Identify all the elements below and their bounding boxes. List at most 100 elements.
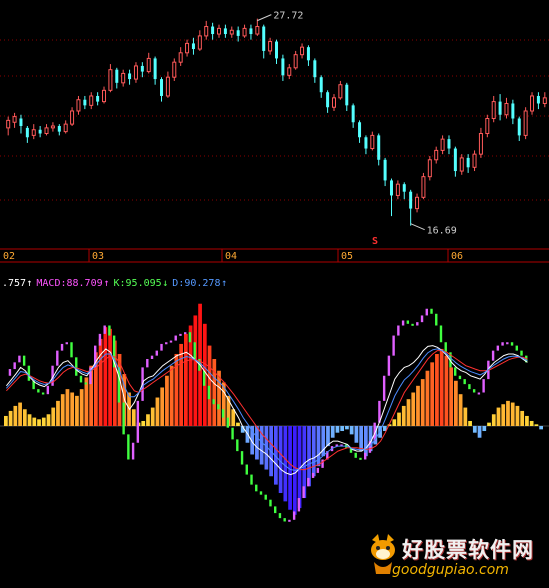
candle-body (498, 101, 502, 115)
macd-bar (345, 426, 349, 430)
j-segment (65, 342, 68, 345)
x-tick-label: 06 (451, 251, 463, 262)
candle-body (128, 73, 132, 80)
candle-body (89, 95, 94, 106)
candle-body (102, 89, 107, 103)
j-segment (411, 323, 414, 326)
macd-bar (283, 426, 288, 502)
macd-bar (472, 426, 477, 433)
x-tick-label: 03 (92, 251, 104, 262)
candle-body (331, 97, 336, 108)
candle-body (389, 180, 393, 196)
candle-body (517, 118, 521, 136)
macd-bar (520, 410, 525, 426)
j-segment (302, 486, 305, 499)
macd-bar (477, 426, 482, 438)
candle-body (121, 72, 126, 84)
macd-bar (37, 419, 41, 426)
j-segment (108, 325, 111, 336)
macd-bar (401, 405, 406, 426)
j-segment (278, 513, 282, 519)
j-segment (496, 345, 500, 351)
j-segment (364, 452, 367, 460)
j-segment (165, 342, 168, 345)
macd-bar (496, 407, 501, 426)
j-segment (506, 342, 509, 345)
candle-body (19, 118, 23, 126)
j-segment (444, 342, 447, 353)
candle-body (447, 139, 451, 149)
macd-bar (416, 385, 420, 426)
candle-body (31, 129, 36, 136)
macd-bar (41, 417, 46, 426)
macd-bar (141, 420, 146, 426)
macd-bar (491, 414, 496, 426)
j-segment (236, 439, 239, 452)
macd-bar (217, 370, 221, 426)
macd-bar (539, 426, 543, 430)
candle-body (402, 184, 406, 192)
candle-body (338, 84, 343, 99)
watermark: 好股票软件网 goodgupiao.com (366, 528, 546, 584)
j-segment (439, 325, 443, 343)
candle-body (178, 52, 183, 63)
macd-bar (231, 409, 236, 426)
macd-bar (56, 400, 60, 426)
macd-bar (397, 412, 401, 426)
macd-bar (131, 409, 136, 426)
j-segment (37, 389, 40, 393)
candle-body (504, 102, 509, 116)
candle-body (530, 95, 535, 112)
candle-body (523, 110, 528, 136)
j-segment (401, 320, 405, 326)
candle-body (38, 129, 42, 134)
watermark-brand: 好股票软件网 (402, 538, 534, 562)
candle-body (293, 54, 298, 69)
candle-body (185, 42, 190, 54)
macd-bar (150, 407, 155, 426)
j-segment (387, 355, 391, 376)
j-segment (117, 367, 121, 403)
macd-bar (169, 365, 174, 426)
j-segment (188, 332, 192, 343)
candle-body (377, 135, 381, 160)
macd-bar (392, 419, 397, 426)
j-segment (56, 350, 59, 366)
candle-body (229, 29, 234, 35)
j-segment (259, 491, 263, 495)
candle-body (478, 133, 483, 155)
j-segment (231, 427, 234, 440)
macd-bar (108, 328, 112, 426)
macd-bar (255, 426, 259, 460)
macd-bar (449, 367, 453, 426)
j-segment (75, 357, 78, 376)
macd-bar (364, 426, 368, 457)
low-label: 16.69 (427, 226, 457, 237)
macd-bar (103, 327, 108, 426)
stock-chart[interactable]: 27.7216.69S02 03 04 05 06.757 ↑ MACD:88.709 ↑ K:… (0, 0, 549, 588)
j-segment (416, 322, 419, 326)
macd-bar (468, 420, 472, 426)
macd-bar (435, 353, 439, 426)
j-segment (454, 367, 457, 376)
candle-body (44, 127, 49, 135)
candle-body (115, 69, 119, 83)
legend-arrow: ↓ (162, 278, 168, 289)
j-segment (193, 342, 196, 359)
j-segment (127, 434, 130, 460)
j-segment (8, 369, 12, 376)
j-segment (155, 350, 158, 356)
macd-bar (184, 333, 188, 426)
j-segment (103, 325, 106, 334)
candle-body (453, 148, 457, 172)
low-pointer (410, 223, 425, 231)
macd-bar (179, 343, 183, 426)
j-segment (174, 335, 177, 341)
candle-body (57, 126, 61, 132)
macd-bar (335, 426, 340, 433)
price-candles (6, 18, 547, 226)
candle-body (70, 110, 75, 125)
candle-body (287, 67, 292, 76)
j-segment (425, 308, 428, 316)
candle-body (472, 153, 477, 168)
